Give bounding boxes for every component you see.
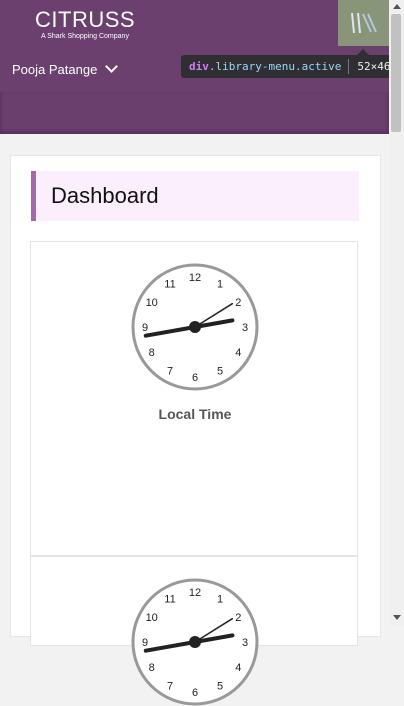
tooltip-dimensions: 52×46 <box>357 60 391 73</box>
clock-card: 12 1 2 3 4 5 6 7 8 9 10 11 <box>30 556 358 706</box>
clock-number: 8 <box>149 662 155 674</box>
clock-number: 12 <box>189 587 201 599</box>
brand-name: CITRUSS <box>35 7 136 32</box>
clock-number: 3 <box>242 637 248 649</box>
clock-number: 9 <box>142 637 148 649</box>
clock-number: 2 <box>235 297 241 309</box>
clock-number: 1 <box>217 594 223 606</box>
scrollbar-thumb[interactable] <box>391 14 401 132</box>
clock-number: 12 <box>189 272 201 284</box>
tooltip-separator <box>348 59 350 74</box>
clock-number: 9 <box>142 322 148 334</box>
clock-center-dot <box>189 636 201 648</box>
clock-number: 8 <box>149 347 155 359</box>
tooltip-classes: .library-menu.active <box>208 60 342 73</box>
clock-number: 11 <box>164 594 175 606</box>
devtools-inspect-tooltip: div .library-menu.active 52×46 <box>181 49 400 78</box>
clock-label: Local Time <box>158 406 232 422</box>
user-menu[interactable]: Pooja Patange <box>12 60 119 77</box>
analog-clock: 12 12 3 45 6 78 9 10 11 <box>131 263 259 391</box>
clock-number: 6 <box>192 687 198 699</box>
page-title: Dashboard <box>51 183 159 208</box>
clock-number: 10 <box>146 297 158 309</box>
library-icon <box>351 12 377 34</box>
chevron-down-icon <box>105 60 119 73</box>
clock-card: 12 1 2 3 4 5 6 7 8 9 10 11 Local Time <box>30 241 358 556</box>
tooltip-tag: div <box>189 60 209 73</box>
analog-clock: 12 12 3 45 6 78 9 10 11 <box>131 578 259 706</box>
clock-center-dot <box>189 321 201 333</box>
header-band <box>0 92 389 134</box>
clock-number: 1 <box>217 279 223 291</box>
clock-number: 3 <box>242 322 248 334</box>
page-scrollbar[interactable] <box>389 0 404 626</box>
clock-number: 7 <box>167 680 173 692</box>
clock-number: 6 <box>192 372 198 384</box>
clock-number: 4 <box>235 662 241 674</box>
tooltip-arrow <box>357 49 369 55</box>
dashboard-title-bar: Dashboard <box>31 171 359 221</box>
clock-number: 5 <box>217 365 223 377</box>
clock-number: 11 <box>164 279 175 291</box>
clock-number: 4 <box>235 347 241 359</box>
clock-number: 2 <box>235 612 241 624</box>
clock-number: 10 <box>146 612 158 624</box>
scroll-down-arrow-icon[interactable] <box>393 615 401 620</box>
scroll-up-arrow-icon[interactable] <box>393 4 401 9</box>
user-name: Pooja Patange <box>12 62 98 77</box>
library-menu-button[interactable] <box>338 0 390 46</box>
clock-number: 7 <box>167 365 173 377</box>
brand-tagline: A Shark Shopping Company <box>41 33 129 40</box>
brand-logo[interactable]: CITRUSS A Shark Shopping Company <box>35 7 136 41</box>
clock-number: 5 <box>217 680 223 692</box>
